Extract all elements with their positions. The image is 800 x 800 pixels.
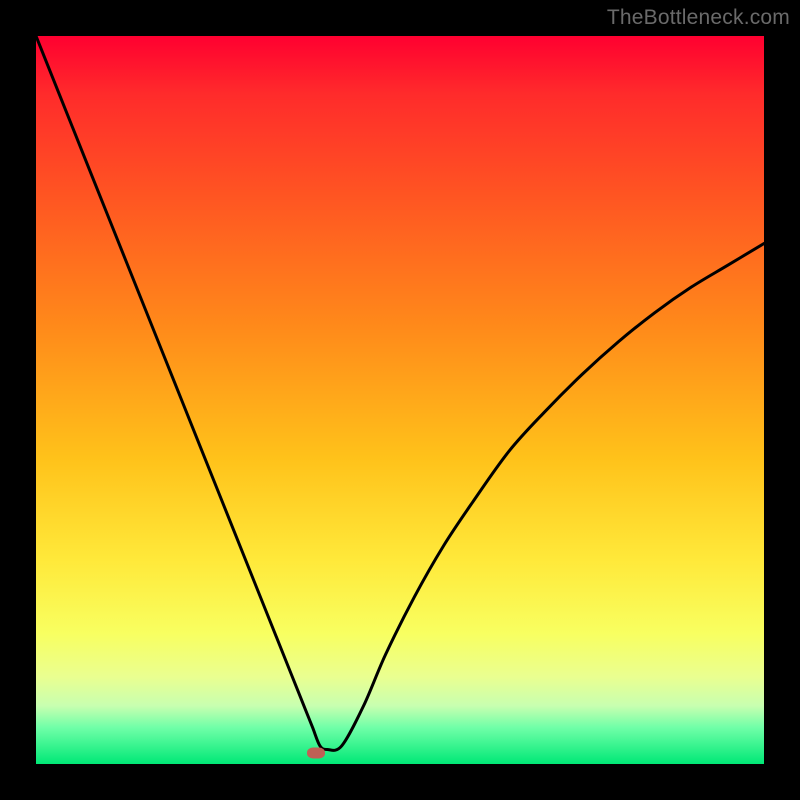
curve-svg xyxy=(36,36,764,764)
chart-frame: TheBottleneck.com xyxy=(0,0,800,800)
watermark-text: TheBottleneck.com xyxy=(607,6,790,30)
bottleneck-curve xyxy=(36,36,764,750)
plot-area xyxy=(36,36,764,764)
min-marker xyxy=(307,748,325,759)
